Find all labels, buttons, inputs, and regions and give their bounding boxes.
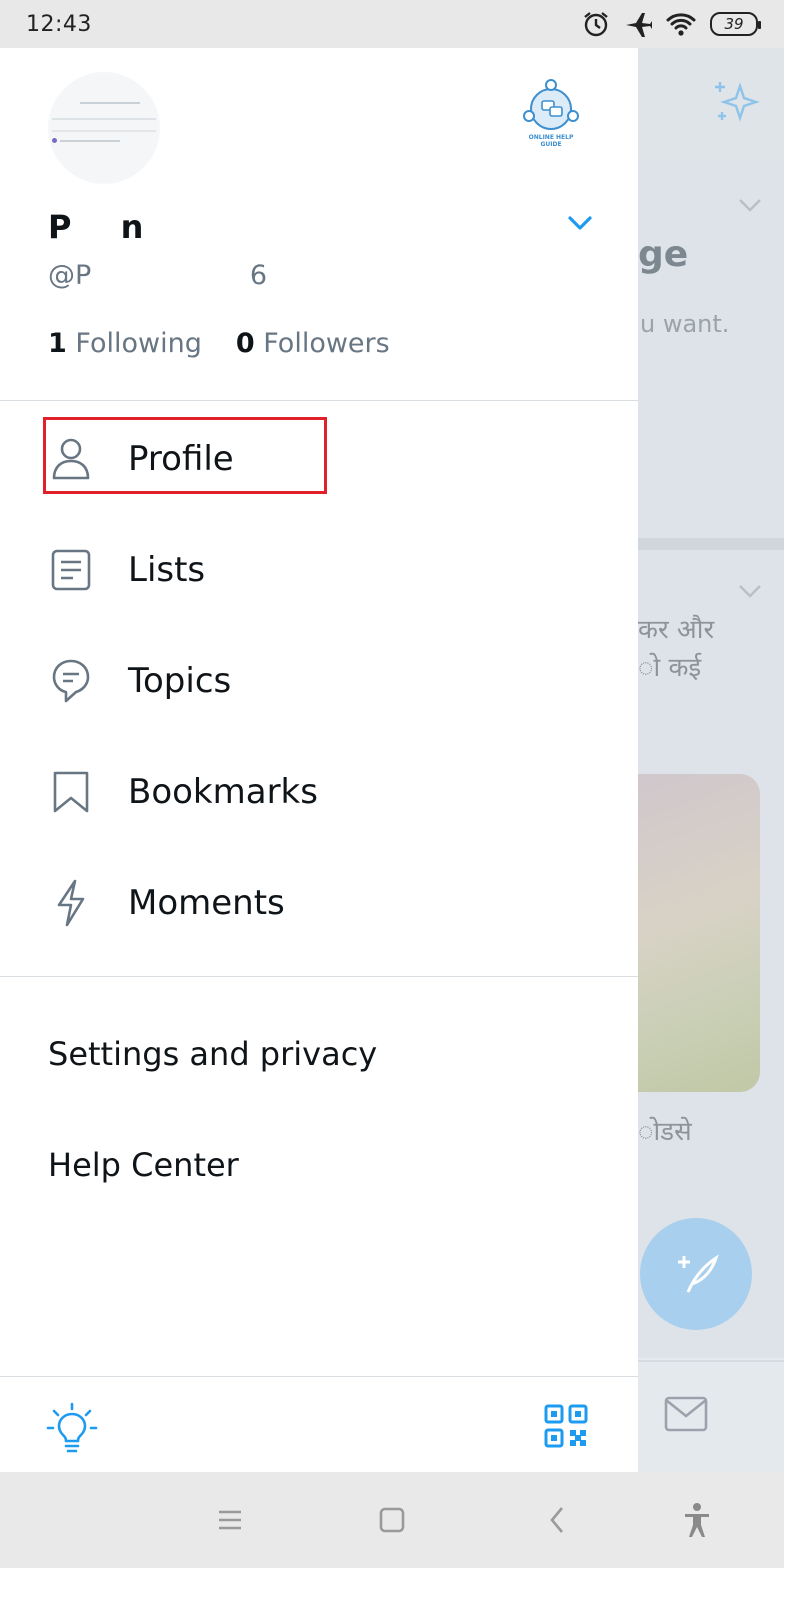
avatar[interactable] xyxy=(48,72,160,184)
background-text: कर और xyxy=(638,615,715,645)
followers-link[interactable]: 0 Followers xyxy=(236,328,390,359)
background-heading: ge xyxy=(638,234,689,275)
background-image xyxy=(638,774,760,1092)
menu-label: Topics xyxy=(128,661,232,701)
divider xyxy=(0,976,638,977)
follow-stats: 1 Following 0 Followers xyxy=(48,328,390,359)
account-logo-text: ONLINE HELP GUIDE xyxy=(528,134,574,148)
wifi-icon xyxy=(666,13,696,36)
chevron-down-icon[interactable] xyxy=(566,214,594,232)
background-tab-bar xyxy=(638,1360,784,1472)
following-link[interactable]: 1 Following xyxy=(48,328,202,359)
divider xyxy=(0,400,638,401)
menu-item-bookmarks[interactable]: Bookmarks xyxy=(0,737,638,847)
mail-icon[interactable] xyxy=(664,1396,708,1432)
menu-label: Moments xyxy=(128,883,285,923)
menu-icon[interactable] xyxy=(216,1500,244,1540)
menu-label: Bookmarks xyxy=(128,772,318,812)
status-time: 12:43 xyxy=(26,11,92,37)
compose-button[interactable] xyxy=(640,1218,752,1330)
lightning-icon xyxy=(48,879,94,927)
topic-bubble-icon xyxy=(48,658,94,704)
menu-label: Lists xyxy=(128,550,206,590)
sparkle-icon xyxy=(715,82,760,122)
help-center-link[interactable]: Help Center xyxy=(48,1146,239,1184)
airplane-icon xyxy=(626,13,652,37)
home-icon[interactable] xyxy=(378,1500,406,1540)
following-count: 1 xyxy=(48,328,67,359)
alarm-icon xyxy=(584,12,608,37)
background-text: ो कई xyxy=(638,653,702,683)
background-text: ोडसे xyxy=(638,1117,692,1147)
menu-item-moments[interactable]: Moments xyxy=(0,848,638,958)
user-handle: @P 6 xyxy=(48,260,268,291)
chevron-down-icon xyxy=(739,199,761,212)
background-subtext: u want. xyxy=(640,310,730,338)
chevron-down-icon xyxy=(739,585,761,598)
battery-icon: 39 xyxy=(710,12,761,36)
battery-level: 39 xyxy=(724,15,744,33)
system-nav-bar xyxy=(0,1472,784,1568)
feather-plus-icon xyxy=(678,1254,719,1293)
followers-count: 0 xyxy=(235,328,255,359)
status-bar: 12:43 39 xyxy=(0,0,784,48)
back-icon[interactable] xyxy=(544,1500,572,1540)
background-app[interactable]: ge u want. कर और ो कई ोडसे xyxy=(638,48,784,1472)
followers-label: Followers xyxy=(263,328,390,359)
background-header xyxy=(638,48,784,160)
highlight-annotation xyxy=(43,417,327,494)
following-label: Following xyxy=(75,328,202,359)
accessibility-icon[interactable] xyxy=(682,1500,712,1540)
menu-item-lists[interactable]: Lists xyxy=(0,515,638,625)
switch-account-avatar[interactable] xyxy=(518,76,584,142)
list-icon xyxy=(48,547,94,593)
background-card xyxy=(638,160,784,538)
background-separator xyxy=(638,538,784,550)
qr-code-icon[interactable] xyxy=(544,1404,588,1448)
lightbulb-icon[interactable] xyxy=(46,1402,98,1454)
status-icons: 39 xyxy=(582,10,761,38)
menu-item-topics[interactable]: Topics xyxy=(0,626,638,736)
divider xyxy=(0,1376,638,1377)
display-name: P n xyxy=(48,208,145,246)
bookmark-icon xyxy=(48,769,94,815)
settings-and-privacy-link[interactable]: Settings and privacy xyxy=(48,1035,377,1073)
navigation-drawer: ONLINE HELP GUIDE P n @P 6 1 Following 0… xyxy=(0,48,638,1472)
